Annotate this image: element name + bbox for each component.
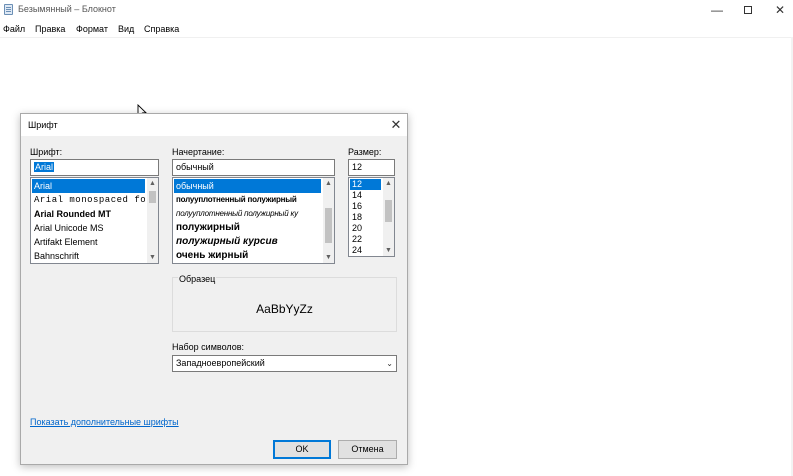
style-list-item[interactable]: полужирный курсив bbox=[174, 235, 321, 249]
style-scrollbar[interactable]: ▲ ▼ bbox=[323, 178, 334, 263]
scroll-up-icon[interactable]: ▲ bbox=[323, 178, 334, 189]
font-list-item[interactable]: Arial Rounded MT bbox=[32, 207, 145, 221]
window-title: Безымянный – Блокнот bbox=[18, 4, 116, 14]
font-list-item[interactable]: Arial Unicode MS bbox=[32, 221, 145, 235]
sample-label: Образец bbox=[178, 274, 217, 284]
dialog-titlebar: Шрифт ✕ bbox=[21, 114, 407, 136]
font-label: Шрифт: bbox=[30, 147, 63, 157]
scroll-up-icon[interactable]: ▲ bbox=[383, 178, 394, 189]
ok-button[interactable]: OK bbox=[273, 440, 331, 459]
menu-file[interactable]: Файл bbox=[3, 24, 25, 34]
menu-edit[interactable]: Правка bbox=[35, 24, 65, 34]
show-more-fonts-link[interactable]: Показать дополнительные шрифты bbox=[30, 417, 179, 427]
font-list-item[interactable]: Arial bbox=[32, 179, 145, 193]
style-list-item[interactable]: полууплотненный полужирный ку bbox=[174, 207, 321, 221]
maximize-icon bbox=[744, 6, 752, 14]
font-list-item[interactable]: Bahnschrift bbox=[32, 249, 145, 263]
menu-help[interactable]: Справка bbox=[144, 24, 179, 34]
size-scrollbar[interactable]: ▲ ▼ bbox=[383, 178, 394, 256]
scrollbar-thumb[interactable] bbox=[149, 191, 156, 203]
scroll-up-icon[interactable]: ▲ bbox=[147, 178, 158, 189]
font-list-item[interactable]: Artifakt Element bbox=[32, 235, 145, 249]
style-label: Начертание: bbox=[172, 147, 225, 157]
notepad-icon bbox=[4, 4, 13, 15]
style-listbox[interactable]: обычный полууплотненный полужирный полуу… bbox=[172, 177, 335, 264]
style-list-item[interactable]: полууплотненный полужирный bbox=[174, 193, 321, 207]
scroll-down-icon[interactable]: ▼ bbox=[147, 252, 158, 263]
size-list-item[interactable]: 20 bbox=[350, 223, 381, 234]
size-label: Размер: bbox=[348, 147, 382, 157]
font-input[interactable]: Arial bbox=[30, 159, 159, 176]
scrollbar-thumb[interactable] bbox=[385, 200, 392, 222]
menubar: Файл Правка Формат Вид Справка bbox=[0, 21, 793, 37]
size-list-item[interactable]: 18 bbox=[350, 212, 381, 223]
style-input[interactable]: обычный bbox=[172, 159, 335, 176]
font-scrollbar[interactable]: ▲ ▼ bbox=[147, 178, 158, 263]
font-input-value: Arial bbox=[34, 162, 55, 172]
style-list-item[interactable]: очень жирный bbox=[174, 249, 321, 263]
charset-value: Западноевропейский bbox=[176, 358, 265, 368]
size-list-item[interactable]: 24 bbox=[350, 245, 381, 256]
size-list-item[interactable]: 16 bbox=[350, 201, 381, 212]
size-list-item[interactable]: 12 bbox=[350, 179, 381, 190]
menu-view[interactable]: Вид bbox=[118, 24, 134, 34]
dialog-close-button[interactable]: ✕ bbox=[388, 117, 404, 133]
font-listbox[interactable]: Arial Arial monospaced fo Arial Rounded … bbox=[30, 177, 159, 264]
scrollbar-thumb[interactable] bbox=[325, 208, 332, 243]
size-input[interactable]: 12 bbox=[348, 159, 395, 176]
scroll-down-icon[interactable]: ▼ bbox=[383, 245, 394, 256]
close-button[interactable]: ✕ bbox=[757, 0, 793, 20]
chevron-down-icon: ⌄ bbox=[386, 359, 393, 368]
dialog-title: Шрифт bbox=[28, 120, 58, 130]
size-list-item[interactable]: 14 bbox=[350, 190, 381, 201]
style-list-item[interactable]: обычный bbox=[174, 179, 321, 193]
font-dialog: Шрифт ✕ Шрифт: Arial Arial Arial monospa… bbox=[20, 113, 408, 465]
scroll-down-icon[interactable]: ▼ bbox=[323, 252, 334, 263]
sample-preview-text: AaBbYyZz bbox=[256, 302, 313, 316]
window-titlebar: Безымянный – Блокнот — ✕ bbox=[0, 0, 793, 20]
style-list-item[interactable]: полужирный bbox=[174, 221, 321, 235]
size-listbox[interactable]: 12 14 16 18 20 22 24 ▲ ▼ bbox=[348, 177, 395, 257]
charset-select[interactable]: Западноевропейский ⌄ bbox=[172, 355, 397, 372]
cancel-button[interactable]: Отмена bbox=[338, 440, 397, 459]
font-list-item[interactable]: Arial monospaced fo bbox=[32, 193, 145, 207]
charset-label: Набор символов: bbox=[172, 342, 245, 352]
menu-format[interactable]: Формат bbox=[76, 24, 108, 34]
size-list-item[interactable]: 22 bbox=[350, 234, 381, 245]
